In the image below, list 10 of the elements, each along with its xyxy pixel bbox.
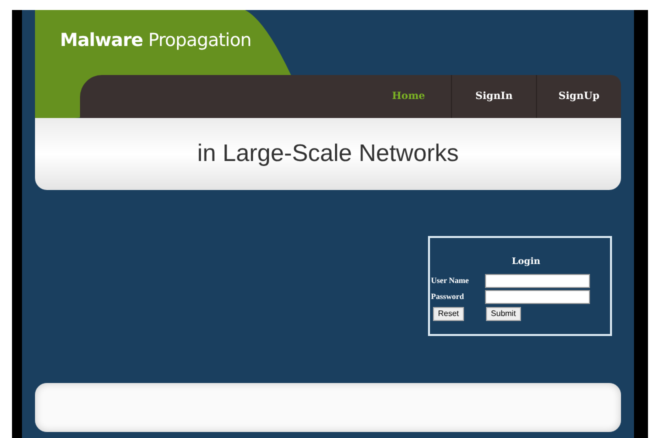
login-heading: Login	[510, 256, 542, 269]
site-title: Malware Propagation	[60, 29, 252, 53]
input-field[interactable]	[485, 274, 590, 288]
input-field[interactable]	[485, 290, 590, 304]
nav-link[interactable]: Home	[366, 75, 451, 118]
banner-subtitle: in Large-Scale Networks	[197, 139, 459, 169]
field-label: Password	[431, 290, 465, 302]
field-label: User Name	[431, 274, 470, 286]
form-button[interactable]: Submit	[486, 306, 521, 320]
form-button[interactable]: Reset	[433, 306, 464, 320]
